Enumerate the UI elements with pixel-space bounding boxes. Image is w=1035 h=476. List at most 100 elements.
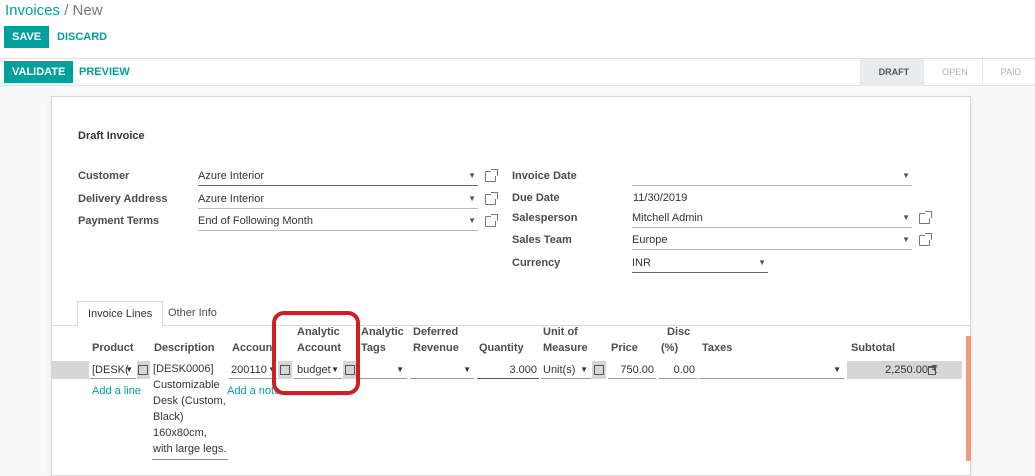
external-link-icon[interactable] — [138, 365, 148, 375]
scroll-indicator — [966, 336, 971, 461]
account-cell[interactable]: 200110 ▼ — [229, 361, 277, 379]
salesperson-label: Salesperson — [512, 212, 578, 224]
product-value: [DESK( — [92, 364, 129, 376]
chevron-down-icon[interactable]: ▼ — [902, 210, 910, 226]
external-link-icon[interactable] — [485, 192, 498, 205]
stage-open[interactable]: OPEN — [923, 59, 982, 86]
breadcrumb-separator: / — [64, 2, 69, 19]
chevron-down-icon[interactable]: ▼ — [468, 168, 476, 184]
save-button[interactable]: SAVE — [4, 26, 50, 48]
column-quantity[interactable]: Quantity — [479, 340, 524, 356]
product-external-cell — [137, 361, 150, 379]
chevron-down-icon[interactable]: ▼ — [463, 361, 471, 378]
external-link-icon[interactable] — [594, 365, 604, 375]
customer-label: Customer — [78, 170, 130, 182]
sales-team-label: Sales Team — [512, 234, 572, 246]
validate-button[interactable]: VALIDATE — [4, 61, 74, 83]
chevron-down-icon[interactable]: ▼ — [902, 232, 910, 248]
description-line: 160x80cm, — [153, 427, 207, 439]
uom-cell[interactable]: Unit(s) ▼ — [541, 361, 591, 379]
quantity-value: 3.000 — [509, 364, 537, 376]
currency-label: Currency — [512, 257, 561, 269]
description-line: [DESK0006] — [153, 363, 214, 375]
discard-button[interactable]: DISCARD — [49, 26, 115, 48]
analytic-tags-cell[interactable]: ▼ — [359, 361, 407, 379]
column-analytic-tags-line1[interactable]: Analytic — [361, 324, 404, 340]
uom-external-cell — [592, 361, 606, 379]
salesperson-value: Mitchell Admin — [632, 212, 703, 224]
delivery-address-field[interactable]: Azure Interior ▼ — [198, 191, 478, 209]
column-price[interactable]: Price — [611, 340, 638, 356]
quantity-input[interactable]: 3.000 — [477, 361, 539, 379]
discount-input[interactable]: 0.00 — [659, 361, 697, 379]
chevron-down-icon[interactable]: ▼ — [468, 213, 476, 229]
payment-terms-field[interactable]: End of Following Month ▼ — [198, 213, 478, 231]
breadcrumb: Invoices / New — [5, 2, 103, 19]
column-account[interactable]: Account — [232, 340, 276, 356]
chevron-down-icon[interactable]: ▼ — [833, 361, 841, 378]
discount-value: 0.00 — [673, 364, 695, 376]
chevron-down-icon[interactable]: ▼ — [758, 255, 766, 271]
column-uom-line1[interactable]: Unit of — [543, 324, 578, 340]
invoice-date-label: Invoice Date — [512, 170, 577, 182]
stage-paid[interactable]: PAID — [981, 59, 1035, 86]
status-stages: DRAFT OPEN PAID — [859, 59, 1035, 86]
chevron-down-icon[interactable]: ▼ — [580, 361, 588, 378]
description-line: Customizable — [153, 379, 220, 391]
delivery-address-value: Azure Interior — [198, 193, 265, 205]
external-link-icon[interactable] — [919, 233, 932, 246]
trash-icon[interactable] — [928, 366, 936, 375]
due-date-value[interactable]: 11/30/2019 — [633, 192, 687, 204]
deferred-revenue-cell[interactable]: ▼ — [410, 361, 474, 379]
document-title: Draft Invoice — [78, 130, 145, 142]
price-value: 750.00 — [620, 364, 654, 376]
uom-value: Unit(s) — [543, 364, 576, 376]
customer-field[interactable]: Azure Interior ▼ — [198, 168, 478, 186]
external-link-icon[interactable] — [485, 169, 498, 182]
price-input[interactable]: 750.00 — [608, 361, 656, 379]
subtotal-cell: 2,250.00 ₹ — [847, 361, 962, 379]
salesperson-field[interactable]: Mitchell Admin ▼ — [632, 210, 912, 228]
tab-invoice-lines[interactable]: Invoice Lines — [77, 301, 164, 326]
chevron-down-icon[interactable]: ▼ — [396, 361, 404, 378]
currency-field[interactable]: INR ▼ — [632, 255, 768, 273]
taxes-cell[interactable]: ▼ — [699, 361, 844, 379]
chevron-down-icon[interactable]: ▼ — [902, 168, 910, 184]
external-link-icon[interactable] — [485, 214, 498, 227]
external-link-icon[interactable] — [919, 211, 932, 224]
column-description[interactable]: Description — [154, 340, 215, 356]
account-value: 200110 — [231, 364, 267, 376]
preview-button[interactable]: PREVIEW — [71, 61, 138, 83]
sales-team-field[interactable]: Europe ▼ — [632, 232, 912, 250]
chevron-down-icon[interactable]: ▼ — [125, 361, 133, 378]
currency-value: INR — [632, 257, 651, 269]
stage-draft[interactable]: DRAFT — [859, 59, 924, 86]
column-uom-line2[interactable]: Measure — [543, 340, 588, 356]
column-disc-line1[interactable]: Disc — [667, 324, 690, 340]
description-line: with large legs. — [153, 443, 227, 455]
due-date-label: Due Date — [512, 192, 560, 204]
breadcrumb-invoices-link[interactable]: Invoices — [5, 2, 60, 19]
column-deferred-line1[interactable]: Deferred — [413, 324, 458, 340]
annotation-highlight — [272, 311, 360, 395]
column-deferred-line2[interactable]: Revenue — [413, 340, 459, 356]
sales-team-value: Europe — [632, 234, 668, 246]
status-bar: VALIDATE PREVIEW DRAFT OPEN PAID — [0, 59, 1035, 86]
tab-other-info[interactable]: Other Info — [158, 301, 227, 326]
product-cell[interactable]: [DESK( ▼ — [90, 361, 136, 379]
customer-value: Azure Interior — [198, 170, 265, 182]
chevron-down-icon[interactable]: ▼ — [468, 191, 476, 207]
row-handle — [52, 361, 89, 379]
delivery-address-label: Delivery Address — [78, 193, 168, 205]
description-cell[interactable]: [DESK0006] Customizable Desk (Custom, Bl… — [152, 361, 228, 460]
description-line: Desk (Custom, — [153, 395, 226, 407]
column-product[interactable]: Product — [92, 340, 134, 356]
description-line: Black) — [153, 411, 184, 423]
add-line-link[interactable]: Add a line — [92, 385, 141, 397]
invoice-date-field[interactable]: ▼ — [632, 168, 912, 186]
column-analytic-tags-line2[interactable]: Tags — [361, 340, 386, 356]
column-subtotal[interactable]: Subtotal — [851, 340, 895, 356]
column-taxes[interactable]: Taxes — [702, 340, 732, 356]
breadcrumb-current: New — [72, 2, 103, 19]
column-disc-line2[interactable]: (%) — [661, 340, 678, 356]
